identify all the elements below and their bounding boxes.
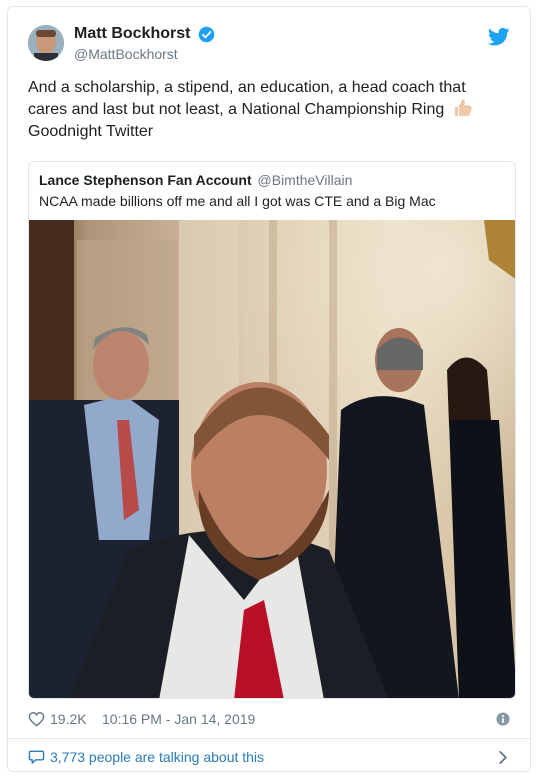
- info-icon[interactable]: [496, 712, 510, 726]
- like-count[interactable]: 19.2K: [50, 711, 87, 727]
- quoted-tweet-header: Lance Stephenson Fan Account @BimtheVill…: [39, 172, 352, 188]
- tweet-timestamp[interactable]: 10:16 PM - Jan 14, 2019: [102, 711, 255, 727]
- divider: [8, 738, 530, 739]
- conversation-label[interactable]: 3,773 people are talking about this: [50, 749, 264, 765]
- tweet-header: Matt Bockhorst @MattBockhorst: [28, 25, 510, 65]
- conversation-link[interactable]: 3,773 people are talking about this: [28, 748, 510, 768]
- author-handle[interactable]: @MattBockhorst: [74, 46, 215, 62]
- tweet-card: Matt Bockhorst @MattBockhorst And a scho…: [7, 6, 531, 772]
- author-name-block: Matt Bockhorst @MattBockhorst: [74, 25, 215, 62]
- verified-badge-icon: [198, 26, 215, 42]
- quoted-tweet-photo[interactable]: [29, 220, 516, 699]
- author-display-name[interactable]: Matt Bockhorst: [74, 25, 190, 43]
- tweet-meta: 19.2K 10:16 PM - Jan 14, 2019: [28, 710, 510, 730]
- quoted-display-name: Lance Stephenson Fan Account: [39, 172, 252, 188]
- tweet-text-end: Goodnight Twitter: [28, 123, 154, 140]
- heart-icon[interactable]: [28, 711, 45, 727]
- quoted-tweet-text: NCAA made billions off me and all I got …: [39, 193, 436, 209]
- quoted-handle: @BimtheVillain: [257, 172, 353, 188]
- twitter-bird-icon[interactable]: [488, 27, 510, 47]
- thumbs-up-icon: [454, 99, 472, 116]
- author-avatar[interactable]: [28, 25, 64, 61]
- quoted-tweet[interactable]: Lance Stephenson Fan Account @BimtheVill…: [28, 161, 516, 699]
- tweet-text: And a scholarship, a stipend, an educati…: [28, 79, 466, 118]
- chevron-right-icon[interactable]: [498, 750, 508, 765]
- speech-bubble-icon: [28, 750, 45, 764]
- tweet-body: And a scholarship, a stipend, an educati…: [28, 77, 498, 143]
